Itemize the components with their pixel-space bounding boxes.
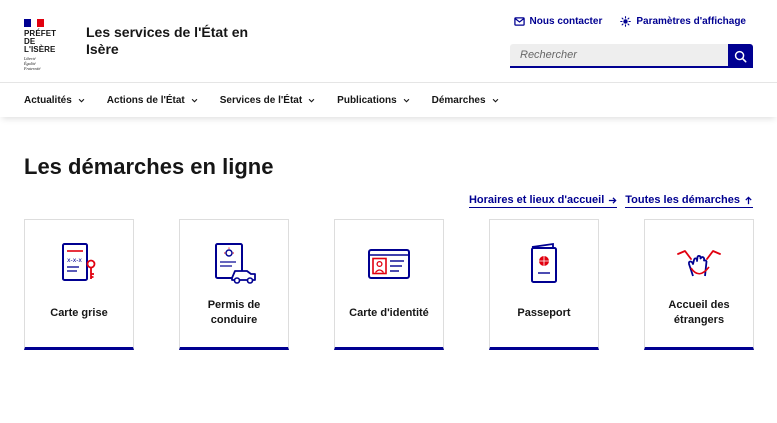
search-bar — [510, 44, 753, 68]
vehicle-registration-icon: x-x-x — [62, 243, 96, 281]
site-title[interactable]: Les services de l'État en Isère — [86, 24, 256, 58]
display-settings-label: Paramètres d'affichage — [636, 16, 746, 27]
mail-icon — [513, 17, 525, 26]
main-navigation: Actualités Actions de l'État Services de… — [0, 84, 777, 117]
nav-item-demarches[interactable]: Démarches — [432, 84, 499, 117]
header-tools: Nous contacter Paramètres d'affichage — [513, 16, 746, 27]
chevron-down-icon — [308, 98, 315, 103]
card-permis-de-conduire[interactable]: Permis de conduire — [179, 219, 289, 350]
nav-item-services[interactable]: Services de l'État — [220, 84, 315, 117]
card-carte-grise[interactable]: x-x-x Carte grise — [24, 219, 134, 350]
svg-text:x-x-x: x-x-x — [67, 257, 82, 264]
chevron-down-icon — [403, 98, 409, 103]
identity-card-icon — [368, 249, 410, 279]
arrow-right-icon — [609, 196, 617, 204]
contact-label: Nous contacter — [529, 16, 603, 27]
card-label: Permis de conduire — [207, 299, 261, 326]
card-carte-identite[interactable]: Carte d'identité — [334, 219, 444, 350]
nav-item-publications[interactable]: Publications — [337, 84, 409, 117]
arrow-up-right-icon — [745, 195, 752, 204]
site-header: PRÉFET DE L'ISÈRE Liberté Égalité Frater… — [0, 0, 777, 83]
page-title: Les démarches en ligne — [24, 154, 274, 179]
sun-icon — [620, 16, 632, 27]
chevron-down-icon — [191, 98, 198, 103]
quick-links: Horaires et lieux d'accueil Toutes les d… — [468, 194, 753, 208]
display-settings-link[interactable]: Paramètres d'affichage — [620, 16, 746, 27]
nav-item-actualites[interactable]: Actualités — [24, 84, 85, 117]
procedure-cards: x-x-x Carte grise Permis de conduire Car… — [24, 219, 754, 350]
flag-icon — [24, 19, 45, 27]
hands-welcome-icon — [677, 250, 721, 277]
contact-link[interactable]: Nous contacter — [513, 16, 603, 27]
all-procedures-link[interactable]: Toutes les démarches — [625, 194, 753, 208]
card-passeport[interactable]: Passeport — [489, 219, 599, 350]
card-label: Passeport — [517, 306, 571, 319]
logo-line-2: DE L'ISÈRE — [24, 37, 56, 54]
search-input[interactable] — [510, 44, 728, 68]
logo-motto: Liberté Égalité Fraternité — [24, 56, 41, 71]
marianne-logo[interactable]: PRÉFET DE L'ISÈRE Liberté Égalité Frater… — [24, 19, 68, 71]
card-label: Accueil des étrangers — [668, 299, 730, 326]
card-label: Carte grise — [50, 306, 108, 319]
driving-license-icon — [215, 243, 256, 284]
passport-icon — [531, 242, 557, 283]
chevron-down-icon — [78, 98, 85, 103]
search-icon — [734, 50, 747, 62]
card-label: Carte d'identité — [349, 306, 429, 319]
nav-item-actions[interactable]: Actions de l'État — [107, 84, 198, 117]
card-accueil-etrangers[interactable]: Accueil des étrangers — [644, 219, 754, 350]
chevron-down-icon — [492, 98, 498, 103]
opening-hours-link[interactable]: Horaires et lieux d'accueil — [468, 194, 618, 208]
search-button[interactable] — [728, 44, 753, 68]
